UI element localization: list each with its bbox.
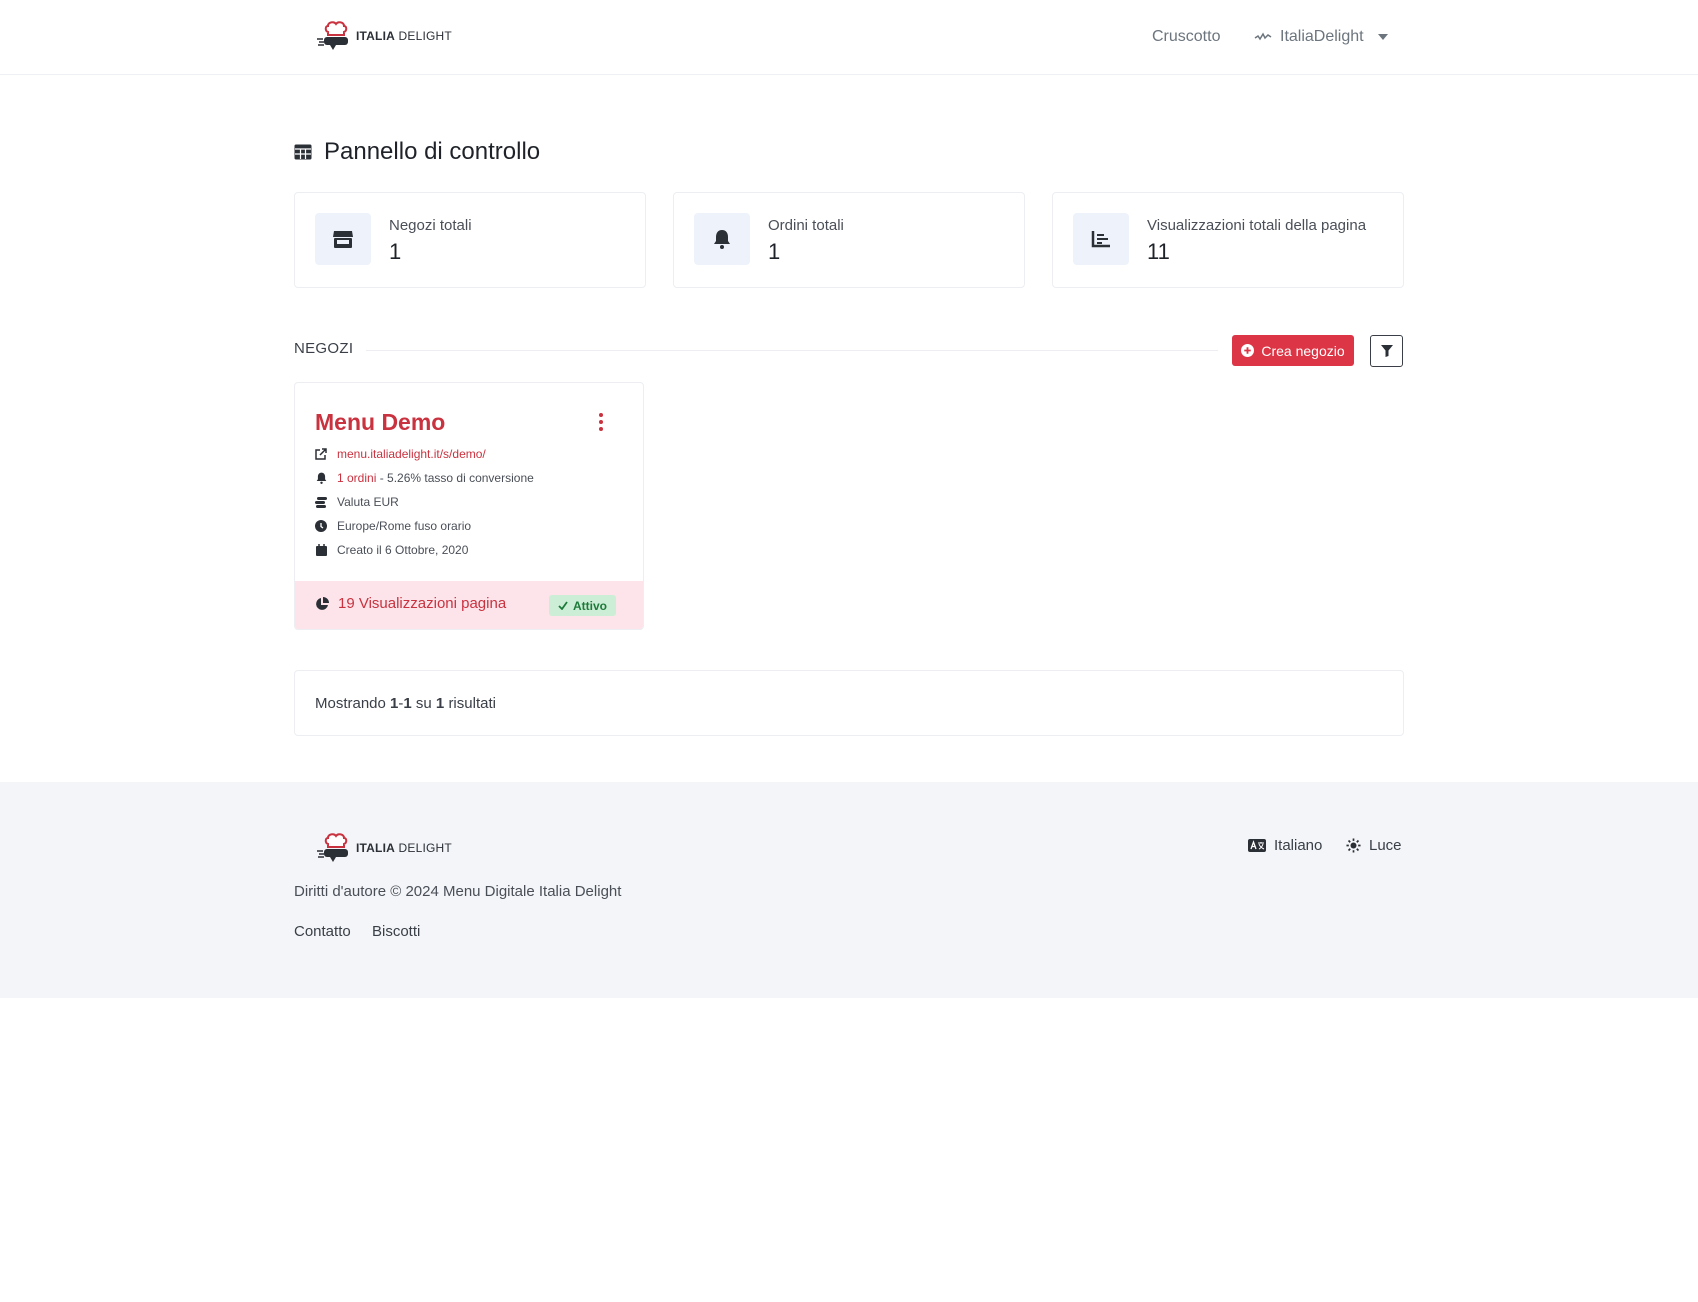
user-name: ItaliaDelight — [1280, 28, 1364, 45]
stat-label: Ordini totali — [768, 217, 844, 234]
footer-contact-link[interactable]: Contatto — [294, 923, 351, 940]
store-page-views-link[interactable]: 19 Visualizzazioni pagina — [315, 595, 506, 612]
theme-toggle[interactable]: Luce — [1346, 837, 1402, 854]
create-store-button[interactable]: Crea negozio — [1232, 335, 1354, 366]
chef-hat-icon — [317, 833, 348, 862]
stat-value: 11 — [1147, 239, 1170, 264]
results-to: 1 — [403, 695, 412, 712]
results-total: 1 — [435, 695, 445, 712]
stat-card-stores: Negozi totali 1 — [294, 192, 646, 288]
store-currency-row: Valuta EUR — [315, 495, 399, 509]
chevron-down-icon — [1377, 34, 1388, 40]
logo-text-bold: ITALIA — [356, 29, 395, 43]
bell-icon — [315, 472, 327, 484]
stores-section-heading: NEGOZI — [294, 340, 354, 357]
pie-chart-icon — [316, 596, 329, 610]
stat-label: Visualizzazioni totali della pagina — [1147, 217, 1367, 234]
store-created: Creato il 6 Ottobre, 2020 — [337, 543, 469, 557]
bell-icon — [694, 213, 750, 265]
store-icon — [315, 213, 371, 265]
store-page-views: 19 Visualizzazioni pagina — [338, 595, 507, 612]
external-link-icon — [315, 448, 327, 460]
results-of: su — [415, 695, 432, 712]
stat-label: Negozi totali — [389, 217, 472, 234]
copyright-text: Diritti d'autore © 2024 Menu Digitale It… — [294, 883, 622, 900]
language-icon — [1248, 839, 1266, 852]
sun-icon — [1346, 838, 1361, 853]
top-navbar: ITALIA DELIGHT Cruscotto ItaliaDelight — [0, 0, 1698, 75]
language-label: Italiano — [1274, 837, 1323, 854]
footer-cookies-link[interactable]: Biscotti — [372, 923, 420, 940]
page-title: Pannello di controllo — [294, 138, 540, 166]
check-icon — [558, 601, 568, 610]
stat-value: 1 — [768, 239, 781, 264]
status-badge: Attivo — [549, 595, 616, 616]
filter-button[interactable] — [1370, 335, 1403, 367]
user-menu-dropdown[interactable]: ItaliaDelight — [1254, 28, 1388, 46]
nav-dashboard-link[interactable]: Cruscotto — [1152, 28, 1220, 46]
store-timezone-row: Europe/Rome fuso orario — [315, 519, 471, 533]
logo-text-bold: ITALIA — [356, 841, 395, 855]
stat-card-page-views: Visualizzazioni totali della pagina 11 — [1052, 192, 1404, 288]
store-created-row: Creato il 6 Ottobre, 2020 — [315, 543, 468, 557]
results-suffix: risultati — [448, 695, 496, 712]
theme-label: Luce — [1369, 837, 1402, 854]
logo-text-light: DELIGHT — [398, 841, 452, 855]
user-avatar-icon — [1254, 32, 1272, 41]
create-store-label: Crea negozio — [1261, 342, 1345, 359]
stat-value: 1 — [389, 239, 402, 264]
stat-card-orders: Ordini totali 1 — [673, 192, 1025, 288]
filter-icon — [1380, 345, 1393, 357]
table-grid-icon — [294, 144, 312, 160]
store-card-footer: 19 Visualizzazioni pagina Attivo — [295, 581, 643, 629]
calendar-icon — [315, 544, 327, 556]
plus-circle-icon — [1241, 344, 1255, 357]
language-selector[interactable]: Italiano — [1248, 837, 1322, 854]
status-badge-label: Attivo — [573, 598, 607, 613]
section-divider — [366, 350, 1218, 351]
store-timezone: Europe/Rome fuso orario — [337, 519, 472, 533]
store-conversion-text: - 5.26% tasso di conversione — [379, 471, 534, 485]
store-orders-row: 1 ordini - 5.26% tasso di conversione — [315, 471, 534, 485]
logo-text-light: DELIGHT — [398, 29, 452, 43]
store-orders-link[interactable]: 1 ordini — [337, 471, 376, 485]
store-card: Menu Demo menu.italiadelight.it/s/demo/ … — [294, 382, 644, 630]
results-prefix: Mostrando — [315, 695, 386, 712]
coins-icon — [315, 496, 327, 508]
pagination-summary: Mostrando 1-1 su 1 risultati — [294, 670, 1404, 736]
page-title-text: Pannello di controllo — [324, 138, 541, 165]
store-url-row: menu.italiadelight.it/s/demo/ — [315, 447, 486, 461]
store-url-link[interactable]: menu.italiadelight.it/s/demo/ — [337, 447, 486, 461]
more-options-icon[interactable] — [595, 413, 607, 431]
footer-brand-logo[interactable]: ITALIA DELIGHT — [316, 832, 452, 864]
page-footer: ITALIA DELIGHT Diritti d'autore © 2024 M… — [0, 782, 1698, 998]
store-currency: Valuta EUR — [337, 495, 399, 509]
bar-chart-icon — [1073, 213, 1129, 265]
brand-logo[interactable]: ITALIA DELIGHT — [316, 20, 452, 52]
clock-icon — [315, 520, 327, 532]
store-name-link[interactable]: Menu Demo — [315, 409, 445, 436]
chef-hat-icon — [317, 21, 348, 50]
